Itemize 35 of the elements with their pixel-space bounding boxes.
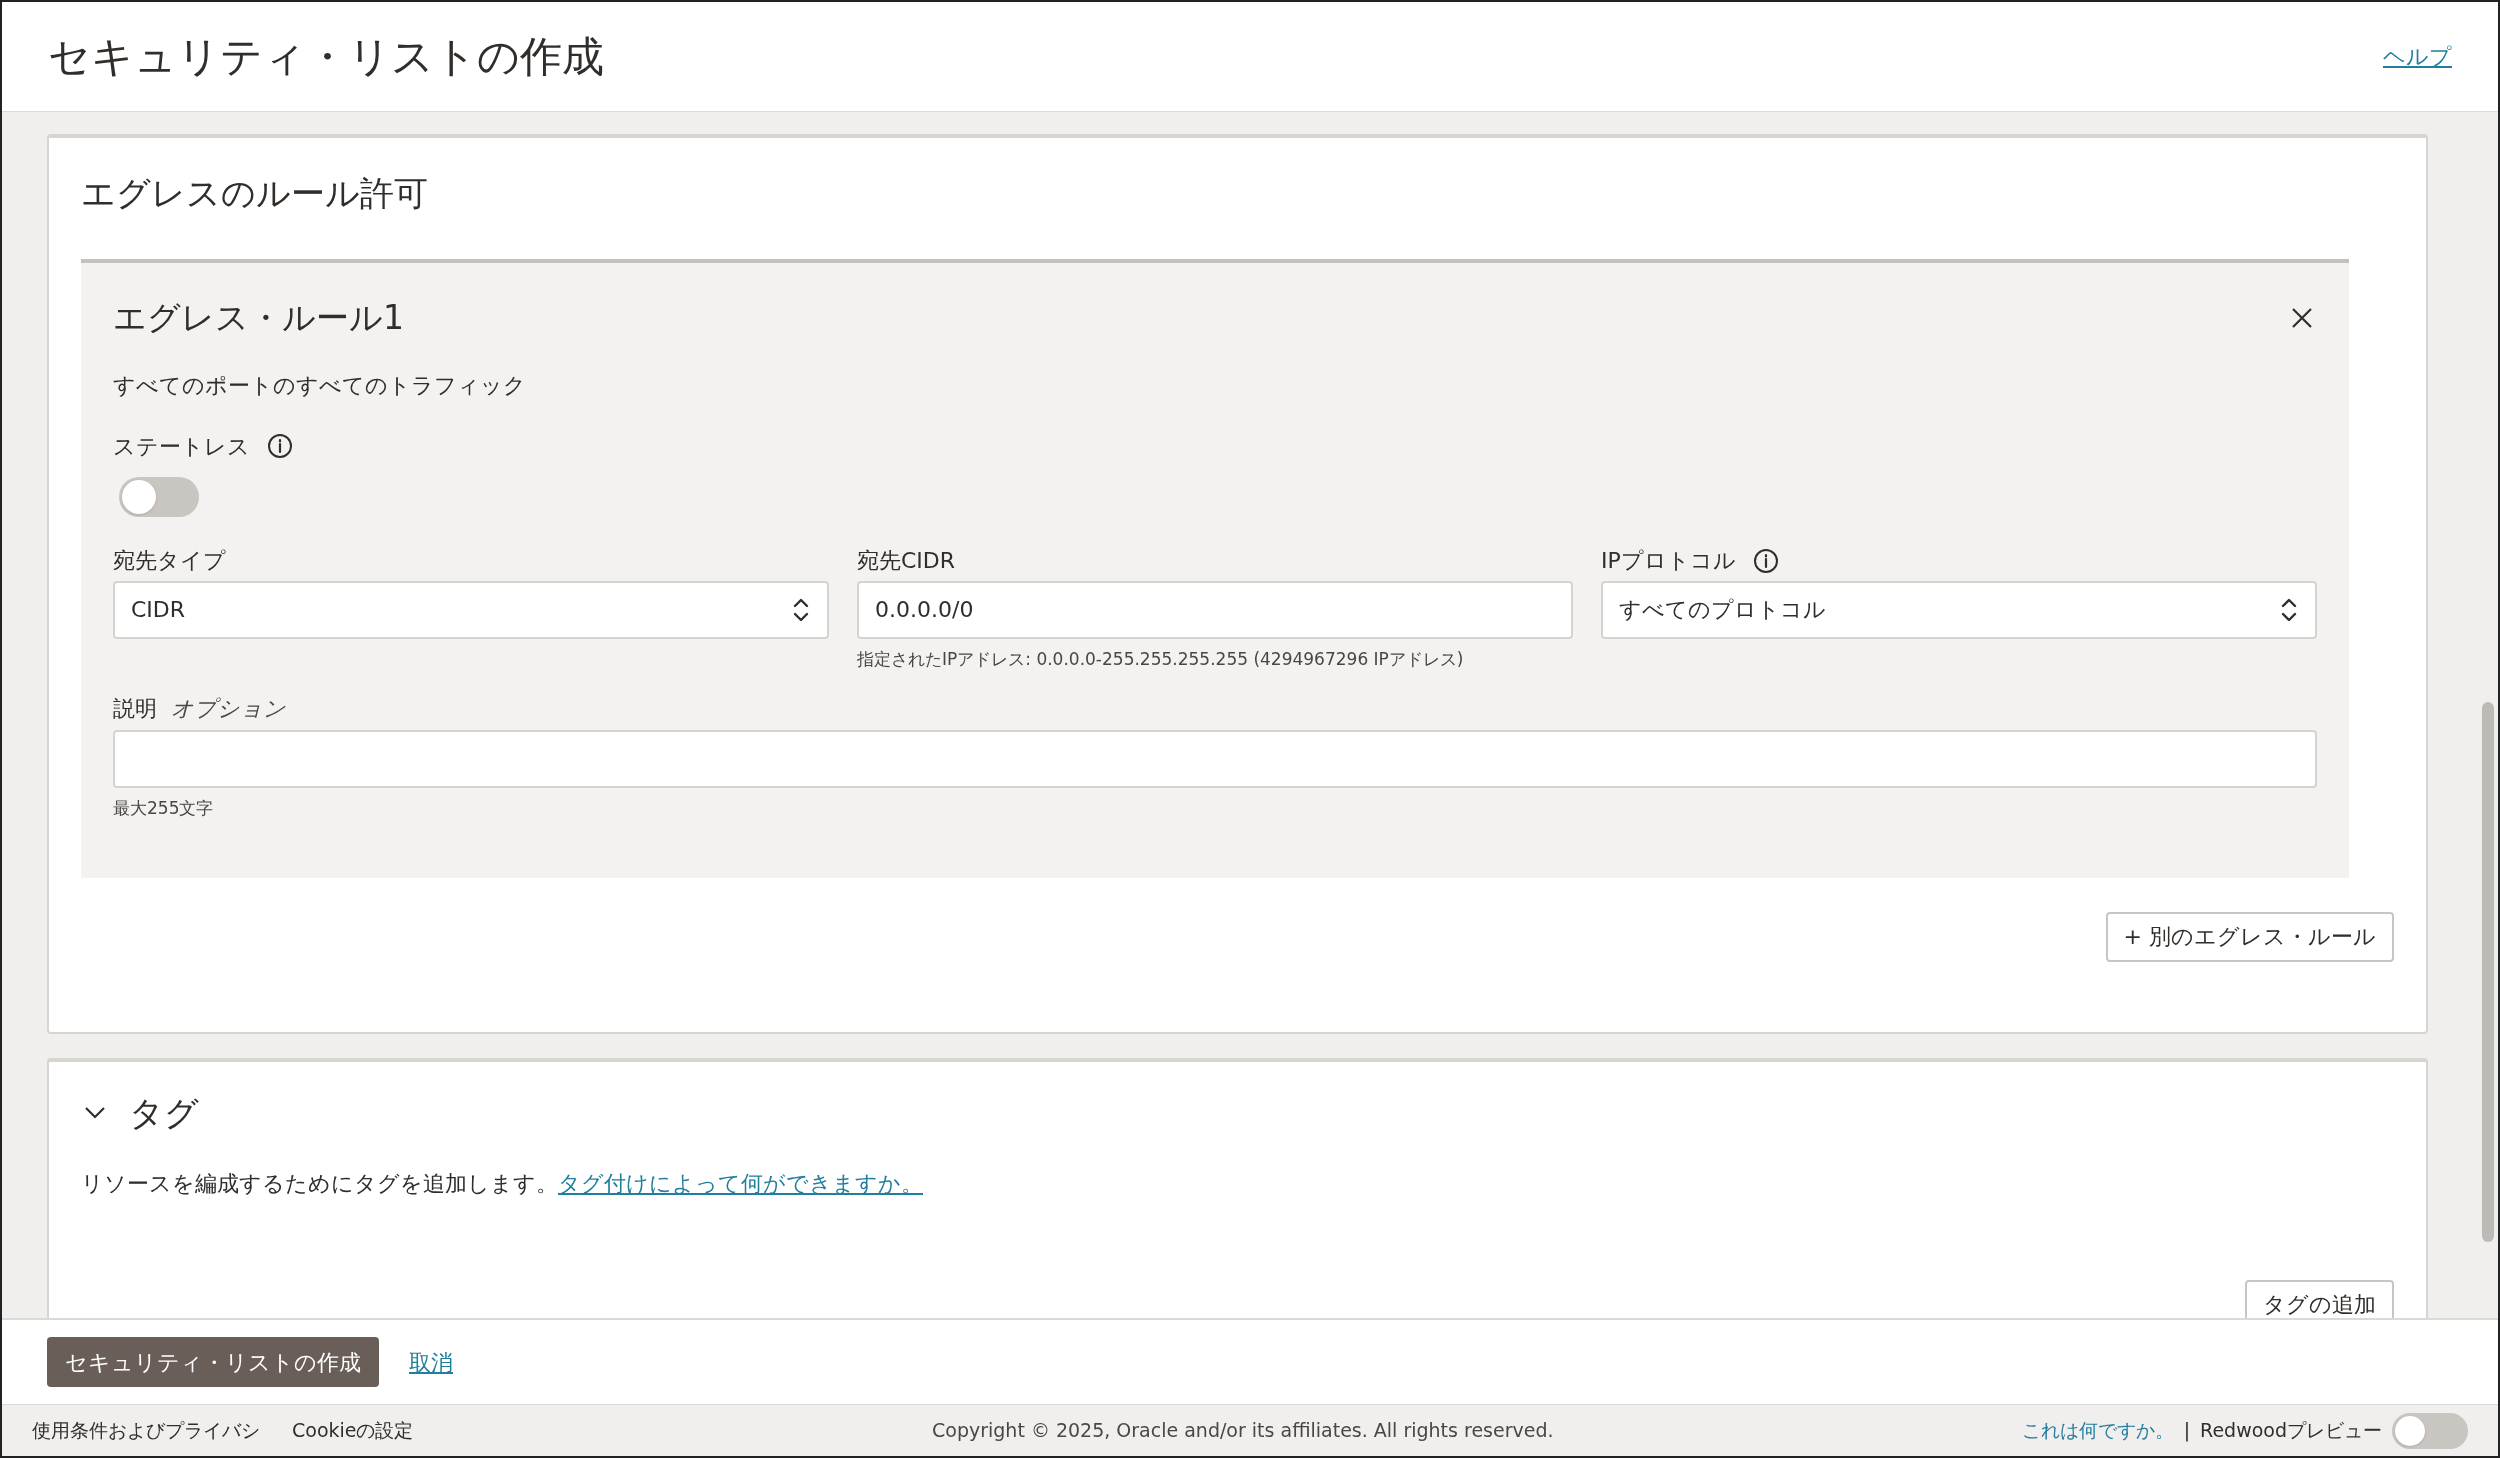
field-hint: 指定されたIPアドレス: 0.0.0.0-255.255.255.255 (4294967296 IPアドレス) xyxy=(857,647,1465,671)
field-label: 説明 xyxy=(113,694,157,723)
info-icon xyxy=(1751,546,1780,575)
toggle-switch[interactable] xyxy=(119,476,199,517)
field-label: 宛先CIDR xyxy=(857,547,956,575)
help-link[interactable]: タグ付けによって何ができますか。 xyxy=(558,1170,923,1196)
select-field[interactable]: CIDR xyxy=(113,580,829,639)
cancel-link[interactable]: 取消 xyxy=(409,1345,453,1379)
optional-label: オプション xyxy=(171,694,286,723)
help-link[interactable]: ヘルプ xyxy=(2383,40,2452,73)
section-title: エグレスのルール許可 xyxy=(81,172,429,215)
copyright-text: Copyright © 2025, Oracle and/or its affiliates. All rights reserved. xyxy=(932,1418,1555,1444)
page-title: セキュリティ・リストの作成 xyxy=(48,31,604,83)
separator-text: | xyxy=(2183,1418,2191,1444)
field-hint: 最大255文字 xyxy=(113,797,215,820)
tags-description: リソースを編成するためにタグを追加します。タグ付けによって何ができますか。 xyxy=(81,1169,924,1198)
info-icon xyxy=(266,432,294,460)
input-field[interactable]: 0.0.0.0/0 xyxy=(857,580,1573,639)
footer-link[interactable]: Cookieの設定 xyxy=(292,1416,414,1445)
scrollbar-thumb[interactable] xyxy=(2482,702,2494,1242)
rule-summary: すべてのポートのすべてのトラフィック xyxy=(113,371,527,400)
select-field[interactable]: すべてのプロトコル xyxy=(1601,580,2317,639)
create-button[interactable]: セキュリティ・リストの作成 xyxy=(47,1337,379,1387)
add-tag-button[interactable]: タグの追加 xyxy=(2245,1279,2394,1318)
add-rule-button[interactable]: + 別のエグレス・ルール xyxy=(2105,911,2394,962)
field-label: 宛先タイプ xyxy=(113,547,226,575)
rule-title: エグレス・ルール1 xyxy=(113,297,404,339)
toggle-switch[interactable] xyxy=(2392,1412,2468,1449)
field-label: IPプロトコル xyxy=(1601,547,1736,575)
footer-link[interactable]: これは何ですか。 xyxy=(2021,1416,2174,1445)
preview-label: Redwoodプレビュー xyxy=(2200,1418,2382,1444)
field-label: ステートレス xyxy=(113,432,250,461)
description-field[interactable] xyxy=(113,730,2317,788)
section-title: タグ xyxy=(129,1091,199,1135)
footer-link[interactable]: 使用条件およびプライバシ xyxy=(32,1416,260,1445)
